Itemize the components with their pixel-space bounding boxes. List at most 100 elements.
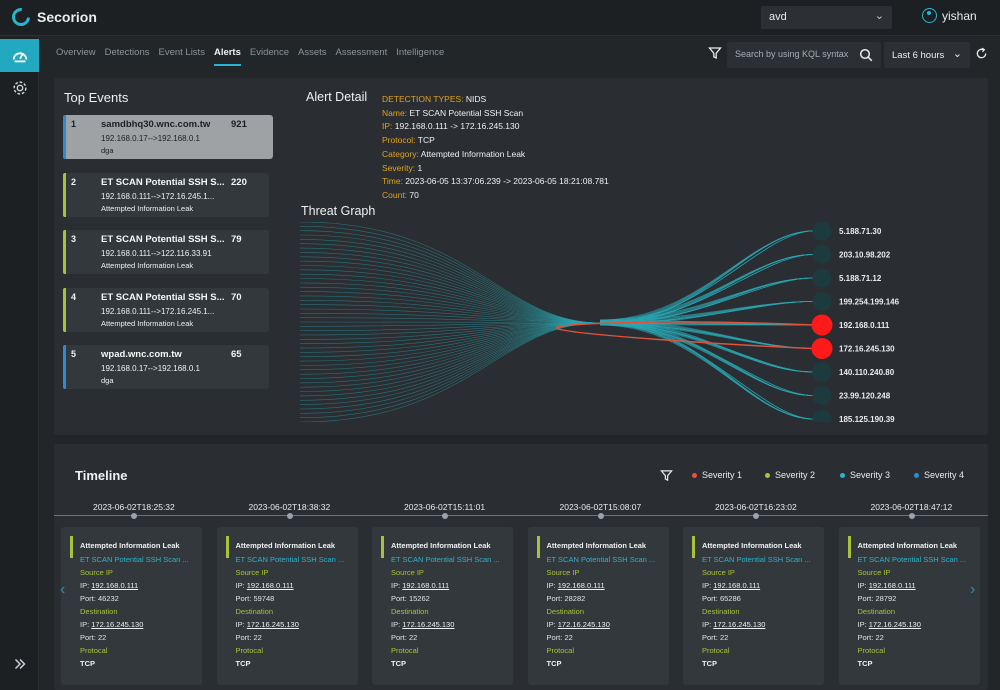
tab-event-lists[interactable]: Event Lists (158, 47, 204, 66)
timeline-tick (908, 513, 915, 519)
card-dst-ip[interactable]: IP: 172.16.245.130 (391, 620, 454, 629)
card-src-ip-value[interactable]: 192.168.0.111 (402, 581, 449, 590)
severity-bar (847, 536, 851, 558)
card-src-port: Port: 59748 (235, 594, 275, 603)
alert-detail-row: Time: 2023-06-05 13:37:06.239 -> 2023-06… (382, 175, 609, 189)
legend-item[interactable]: Severity 1 (692, 470, 742, 480)
alert-detail-title: Alert Detail (306, 90, 368, 104)
graph-node[interactable] (812, 292, 832, 311)
search-input[interactable] (735, 49, 857, 59)
legend-item[interactable]: Severity 3 (840, 470, 890, 480)
top-event-item[interactable]: 4 ET SCAN Potential SSH S... 70 192.168.0.1… (63, 287, 269, 332)
card-source-label: Source IP (391, 568, 424, 577)
card-dst-ip-value[interactable]: 172.16.245.130 (91, 620, 143, 629)
card-dst-port: Port: 22 (546, 633, 573, 642)
threat-graph[interactable]: 5.188.71.30 203.10.98.202 5.188.71.12 199.2… (300, 222, 900, 422)
tab-assets[interactable]: Assets (298, 47, 327, 66)
card-src-ip-value[interactable]: 192.168.0.111 (91, 581, 138, 590)
graph-node[interactable] (812, 268, 832, 288)
card-dst-ip[interactable]: IP: 172.16.245.130 (547, 620, 610, 629)
legend-label: Severity 2 (775, 470, 816, 480)
card-src-ip-value[interactable]: 192.168.0.111 (558, 581, 605, 590)
graph-node[interactable] (811, 314, 833, 336)
org-select[interactable]: avd ⌄ (761, 6, 892, 29)
tab-alerts[interactable]: Alerts (213, 47, 241, 66)
graph-node[interactable] (812, 362, 832, 382)
timeline-card[interactable]: Attempted Information Leak ET SCAN Potent… (372, 527, 513, 685)
card-dst-ip-value[interactable]: 172.16.245.130 (558, 620, 610, 629)
timeline-filter-icon[interactable] (660, 469, 673, 482)
card-dst-ip-value[interactable]: 172.16.245.130 (402, 620, 454, 629)
card-src-ip[interactable]: IP: 192.168.0.111 (80, 581, 138, 590)
app-logo[interactable]: Secorion (8, 4, 97, 30)
tab-intelligence[interactable]: Intelligence (396, 47, 444, 66)
top-event-item[interactable]: 5 wpad.wnc.com.tw 65 192.168.0.17-->192.168… (63, 345, 269, 389)
expand-sidebar-button[interactable] (0, 647, 39, 680)
legend-item[interactable]: Severity 2 (765, 470, 815, 480)
card-src-ip[interactable]: IP: 192.168.0.111 (702, 581, 760, 590)
top-event-item[interactable]: 1 samdbhq30.wnc.com.tw 921 192.168.0.17-->1… (63, 115, 273, 159)
card-src-ip[interactable]: IP: 192.168.0.111 (547, 581, 605, 590)
card-dst-ip[interactable]: IP: 172.16.245.130 (80, 620, 143, 629)
card-dst-ip[interactable]: IP: 172.16.245.130 (702, 620, 765, 629)
graph-node[interactable] (812, 386, 832, 405)
tab-evidence[interactable]: Evidence (250, 47, 289, 66)
card-category: Attempted Information Leak (857, 541, 958, 550)
card-protocol-label: Protocal (391, 646, 419, 655)
graph-node[interactable] (811, 338, 833, 359)
event-ips: 192.168.0.17-->192.168.0.1 (101, 364, 200, 373)
timeline-card[interactable]: Attempted Information Leak ET SCAN Potent… (838, 527, 980, 685)
timeline-next-arrow[interactable]: › (970, 581, 975, 599)
card-protocol-label: Protocal (235, 646, 264, 655)
card-src-port-value: 28282 (564, 594, 586, 603)
event-color-bar (63, 345, 66, 389)
dashboard-nav-button[interactable] (0, 39, 39, 72)
card-src-ip-value[interactable]: 192.168.0.111 (869, 581, 916, 590)
chevron-down-icon: ⌄ (874, 10, 884, 22)
event-ips: 192.168.0.111-->122.116.33.91 (101, 249, 212, 258)
card-dst-ip[interactable]: IP: 172.16.245.130 (858, 620, 921, 629)
search-icon[interactable] (859, 48, 873, 62)
timeline-card[interactable]: Attempted Information Leak ET SCAN Potent… (216, 527, 358, 685)
timeline-card[interactable]: Attempted Information Leak ET SCAN Potent… (683, 527, 824, 685)
alert-detail-row: Severity: 1 (382, 162, 609, 176)
alert-detail-key: Time: (382, 176, 406, 187)
timeline-timestamp: 2023-06-02T15:11:01 (404, 502, 486, 512)
card-src-ip-value[interactable]: 192.168.0.111 (713, 581, 760, 590)
tab-overview[interactable]: Overview (56, 47, 96, 66)
card-src-port-value: 46232 (97, 594, 119, 603)
card-dst-port: Port: 22 (857, 633, 884, 642)
card-source-label: Source IP (546, 568, 580, 577)
time-range-select[interactable]: Last 6 hours ⌄ (884, 42, 970, 68)
top-event-item[interactable]: 2 ET SCAN Potential SSH S... 220 192.168.0.… (63, 172, 269, 217)
timeline-card[interactable]: Attempted Information Leak ET SCAN Potent… (527, 527, 669, 685)
graph-node-label: 140.110.240.80 (839, 368, 895, 377)
alert-detail-key: Protocol: (382, 135, 418, 146)
legend-item[interactable]: Severity 4 (914, 470, 964, 480)
card-src-ip[interactable]: IP: 192.168.0.111 (858, 581, 916, 590)
tab-detections[interactable]: Detections (105, 47, 150, 66)
graph-node[interactable] (812, 409, 832, 423)
card-dst-ip-value[interactable]: 172.16.245.130 (713, 620, 765, 629)
alert-detail-value: ET SCAN Potential SSH Scan (409, 107, 524, 118)
card-dst-ip-value[interactable]: 172.16.245.130 (869, 620, 921, 629)
user-menu[interactable]: yishan (922, 8, 977, 23)
refresh-icon[interactable] (975, 47, 988, 60)
settings-nav-button[interactable] (0, 71, 39, 104)
event-ips: 192.168.0.111-->172.16.245.1... (101, 306, 215, 316)
tab-assessment[interactable]: Assessment (336, 47, 388, 66)
logo-icon (8, 4, 34, 30)
card-src-ip-value[interactable]: 192.168.0.111 (247, 581, 294, 590)
graph-node[interactable] (812, 222, 832, 241)
timeline-prev-arrow[interactable]: ‹ (60, 581, 65, 599)
top-event-item[interactable]: 3 ET SCAN Potential SSH S... 79 192.168.0.1… (63, 230, 269, 274)
timeline-tick (597, 513, 604, 519)
card-dst-ip-value[interactable]: 172.16.245.130 (247, 620, 299, 629)
filter-icon[interactable] (708, 46, 722, 60)
timeline-card[interactable]: Attempted Information Leak ET SCAN Potent… (61, 527, 202, 685)
card-src-ip[interactable]: IP: 192.168.0.111 (236, 581, 294, 590)
graph-node[interactable] (812, 245, 832, 264)
card-src-ip[interactable]: IP: 192.168.0.111 (391, 581, 449, 590)
event-category: Attempted Information Leak (101, 203, 194, 213)
card-dst-ip[interactable]: IP: 172.16.245.130 (236, 620, 299, 629)
